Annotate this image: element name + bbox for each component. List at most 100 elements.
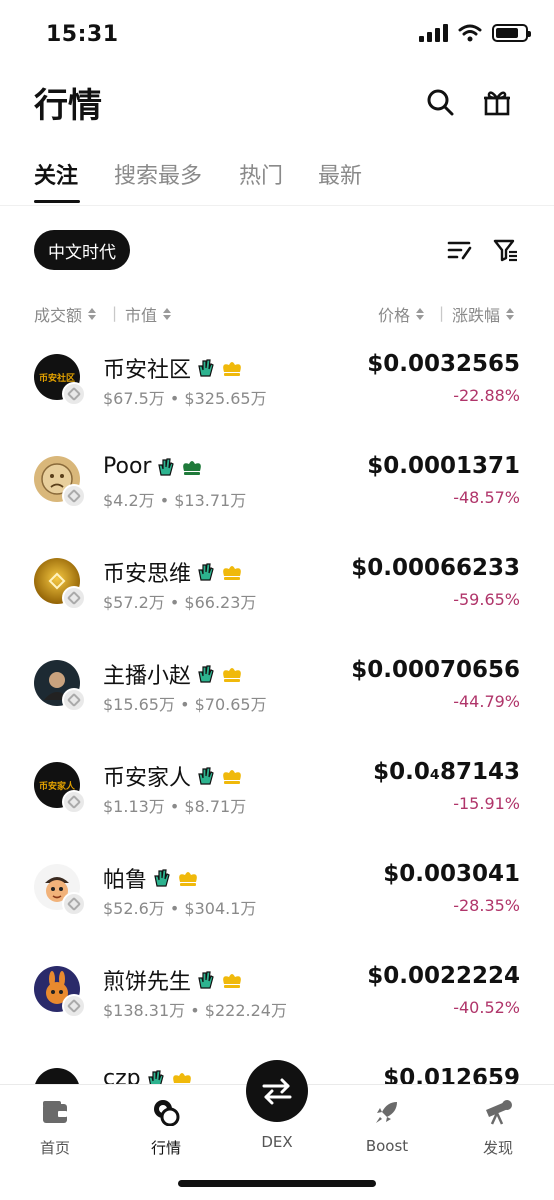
crown-icon xyxy=(223,974,241,988)
token-change: -48.57% xyxy=(453,488,520,507)
hand-icon xyxy=(158,457,175,476)
status-icons xyxy=(419,24,531,42)
sort-arrows-icon xyxy=(163,308,172,320)
token-price: $0.00070656 xyxy=(351,657,520,683)
bnb-chain-icon xyxy=(62,688,86,712)
swap-icon xyxy=(262,1078,292,1105)
gift-button[interactable] xyxy=(477,82,517,122)
sort-arrows-icon xyxy=(506,308,515,320)
page-header: 行情 xyxy=(0,70,554,140)
token-row[interactable]: 币安家人 币安家人 $1.13万 • $8.71万 $0.0₄87143 -15… xyxy=(0,746,554,848)
token-name: 币安思维 xyxy=(103,556,243,588)
status-bar: 15:31 xyxy=(0,0,554,70)
battery-icon xyxy=(492,24,531,42)
wallet-icon xyxy=(43,1101,67,1123)
page-title: 行情 xyxy=(34,86,102,126)
column-volume-label: 成交额 xyxy=(34,306,83,325)
token-change: -28.35% xyxy=(453,896,520,915)
bnb-chain-icon xyxy=(62,382,86,406)
token-price: $0.00066233 xyxy=(351,555,520,581)
token-price: $0.0032565 xyxy=(367,351,520,377)
sort-price[interactable]: 价格 xyxy=(378,302,425,326)
column-price-label: 价格 xyxy=(378,306,411,325)
nav-label: Boost xyxy=(365,1137,409,1155)
search-button[interactable] xyxy=(420,82,460,122)
token-price: $0.0022224 xyxy=(367,963,520,989)
bnb-chain-icon xyxy=(62,484,86,508)
dex-swap-button[interactable] xyxy=(246,1060,308,1122)
bnb-chain-icon xyxy=(62,994,86,1018)
token-change: -59.65% xyxy=(453,590,520,609)
token-row[interactable]: 币安思维 $57.2万 • $66.23万 $0.00066233 -59.65… xyxy=(0,542,554,644)
token-row[interactable]: 煎饼先生 $138.31万 • $222.24万 $0.0022224 -40.… xyxy=(0,950,554,1052)
token-row[interactable]: 主播小赵 $15.65万 • $70.65万 $0.00070656 -44.7… xyxy=(0,644,554,746)
nav-label: 发现 xyxy=(482,1139,513,1157)
nav-boost[interactable]: Boost xyxy=(347,1097,427,1155)
token-name: 主播小赵 xyxy=(103,658,243,690)
sort-market-cap[interactable]: 市值 xyxy=(125,302,172,326)
hand-icon xyxy=(198,767,214,785)
token-change: -44.79% xyxy=(453,692,520,711)
sort-arrows-icon xyxy=(416,308,425,320)
crown-icon xyxy=(179,872,197,886)
token-stats: $67.5万 • $325.65万 xyxy=(103,389,267,408)
market-tabs: 关注 搜索最多 热门 最新 xyxy=(0,152,554,206)
search-icon xyxy=(427,89,454,116)
sort-edit-icon xyxy=(447,241,472,260)
column-change-label: 涨跌幅 xyxy=(452,306,501,325)
gift-icon xyxy=(484,91,510,116)
token-price: $0.003041 xyxy=(383,861,520,887)
token-change: -40.52% xyxy=(453,998,520,1017)
category-chip[interactable]: 中文时代 xyxy=(34,230,130,270)
active-tab-indicator xyxy=(34,200,80,203)
crown-icon xyxy=(223,566,241,580)
rocket-icon xyxy=(376,1102,397,1123)
token-stats: $4.2万 • $13.71万 xyxy=(103,491,247,510)
tab-most-searched[interactable]: 搜索最多 xyxy=(114,158,202,190)
tab-following[interactable]: 关注 xyxy=(34,158,78,190)
wifi-icon xyxy=(458,24,482,42)
column-divider: | xyxy=(112,304,118,322)
nav-label: DEX xyxy=(261,1133,293,1151)
token-row[interactable]: 帕鲁 $52.6万 • $304.1万 $0.003041 -28.35% xyxy=(0,848,554,950)
bnb-chain-icon xyxy=(62,892,86,916)
crown-icon xyxy=(183,460,202,475)
token-price: $0.0₄87143 xyxy=(373,759,520,785)
status-time: 15:31 xyxy=(46,22,119,47)
token-row[interactable]: Poor $4.2万 • $13.71万 $0.0001371 -48.57% xyxy=(0,440,554,542)
column-headers: 成交额 | 市值 价格 | 涨跌幅 xyxy=(0,298,554,326)
token-stats: $57.2万 • $66.23万 xyxy=(103,593,257,612)
column-divider: | xyxy=(439,304,445,322)
tab-hot[interactable]: 热门 xyxy=(239,158,283,190)
home-indicator xyxy=(178,1180,376,1187)
token-name: 币安家人 xyxy=(103,760,243,792)
token-name: 煎饼先生 xyxy=(103,964,243,996)
bnb-chain-icon xyxy=(62,790,86,814)
token-name: 帕鲁 xyxy=(103,862,199,894)
hand-icon xyxy=(198,971,214,989)
hand-icon xyxy=(198,563,214,581)
token-row[interactable]: 币安社区 币安社区 $67.5万 • $325.65万 $0.0032565 -… xyxy=(0,338,554,440)
crown-icon xyxy=(223,668,241,682)
filter-button[interactable] xyxy=(490,234,522,266)
nav-market[interactable]: 行情 xyxy=(126,1097,206,1158)
sort-volume[interactable]: 成交额 xyxy=(34,302,97,326)
sort-arrows-icon xyxy=(88,308,97,320)
nav-label: 行情 xyxy=(150,1139,181,1157)
column-market-cap-label: 市值 xyxy=(125,306,158,325)
nav-discover[interactable]: 发现 xyxy=(458,1097,538,1158)
crown-icon xyxy=(223,770,241,784)
tab-newest[interactable]: 最新 xyxy=(318,158,362,190)
sort-edit-button[interactable] xyxy=(444,234,476,266)
sort-change[interactable]: 涨跌幅 xyxy=(452,302,515,326)
token-price: $0.0001371 xyxy=(367,453,520,479)
filter-icon xyxy=(493,239,517,262)
signal-icon xyxy=(419,24,448,42)
market-icon xyxy=(154,1100,180,1126)
token-change: -15.91% xyxy=(453,794,520,813)
token-stats: $138.31万 • $222.24万 xyxy=(103,1001,287,1020)
nav-home[interactable]: 首页 xyxy=(15,1097,95,1158)
telescope-icon xyxy=(486,1100,512,1125)
nav-label: 首页 xyxy=(39,1139,70,1157)
crown-icon xyxy=(223,362,241,376)
